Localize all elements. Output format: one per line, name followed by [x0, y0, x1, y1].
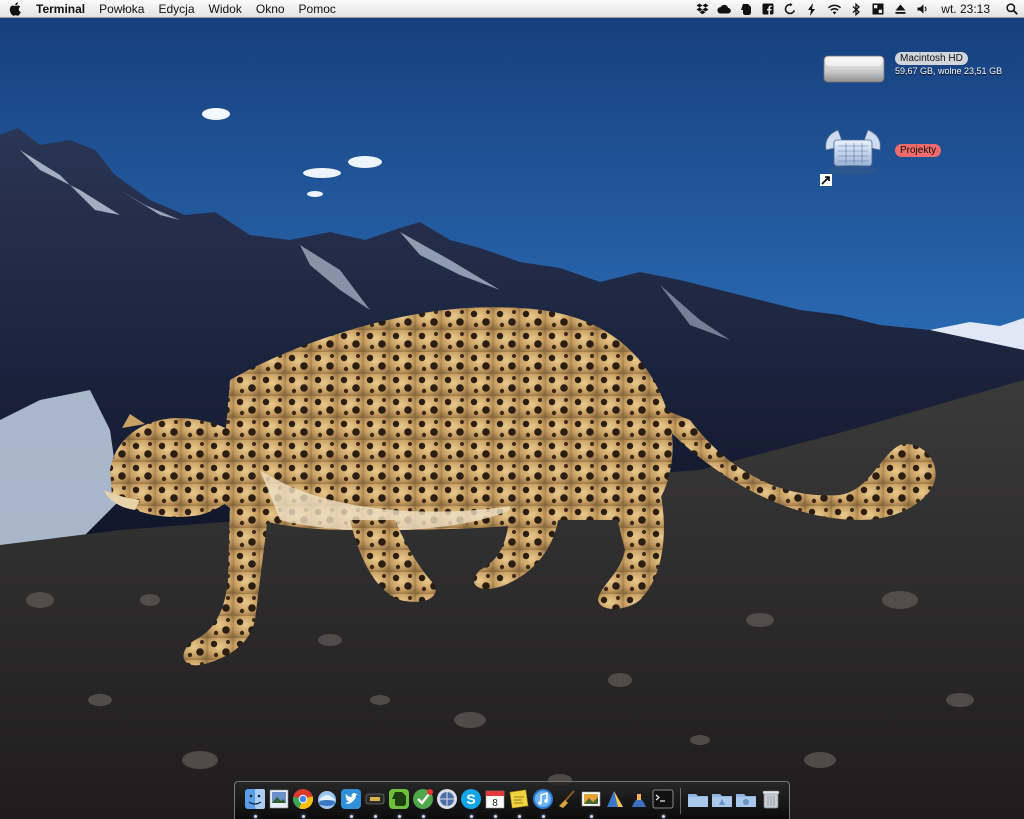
dock-transmit-icon[interactable]	[628, 788, 650, 810]
menu-widok[interactable]: Widok	[202, 0, 249, 18]
dock-omnifocus-icon[interactable]	[412, 788, 434, 810]
macintosh-hd-label[interactable]: Macintosh HD 59,67 GB, wolne 23,51 GB	[895, 52, 1002, 76]
dock-skype-icon[interactable]: S	[460, 788, 482, 810]
menu-extras: wt. 23:13	[691, 0, 1024, 18]
bolt-icon[interactable]	[801, 0, 823, 18]
dock-notes-running-dot	[374, 815, 377, 818]
dock-terminal-icon[interactable]	[652, 788, 674, 810]
menu-edycja[interactable]: Edycja	[151, 0, 201, 18]
menu-okno[interactable]: Okno	[249, 0, 292, 18]
dock-finder-running-dot	[254, 815, 257, 818]
dock-iphoto-running-dot	[590, 815, 593, 818]
dock-stickies-running-dot	[518, 815, 521, 818]
dock-skype-running-dot	[470, 815, 473, 818]
cloud-icon[interactable]	[713, 0, 735, 18]
projekty-label[interactable]: Projekty	[895, 144, 942, 157]
projekty-name: Projekty	[895, 144, 942, 157]
macintosh-hd-info: 59,67 GB, wolne 23,51 GB	[895, 66, 1003, 76]
dock: S 8	[234, 781, 790, 819]
dock-twitter-running-dot	[350, 815, 353, 818]
dock-notes-icon[interactable]	[364, 788, 386, 810]
evernote-icon[interactable]	[735, 0, 757, 18]
dock-iphoto-icon[interactable]	[580, 788, 602, 810]
dock-globe-icon[interactable]	[436, 788, 458, 810]
dock-twitter-icon[interactable]	[340, 788, 362, 810]
menu-powloka[interactable]: Powłoka	[92, 0, 151, 18]
dock-documents-folder-icon[interactable]	[711, 788, 733, 810]
dock-separator	[680, 788, 681, 814]
dock-network-icon[interactable]	[316, 788, 338, 810]
eject-icon[interactable]	[889, 0, 911, 18]
desktop-wallpaper	[0, 0, 1024, 819]
projekty-alias-icon[interactable]	[820, 126, 886, 188]
dock-stickies-icon[interactable]	[508, 788, 530, 810]
dock-ical-icon[interactable]: 8	[484, 788, 506, 810]
dock-chrome-running-dot	[302, 815, 305, 818]
dock-evernote-running-dot	[398, 815, 401, 818]
dock-pixelmator-icon[interactable]	[604, 788, 626, 810]
menu-pomoc[interactable]: Pomoc	[292, 0, 343, 18]
dock-terminal-running-dot	[662, 815, 665, 818]
dock-downloads-folder-icon[interactable]	[735, 788, 757, 810]
dock-evernote-icon[interactable]	[388, 788, 410, 810]
menu-clock[interactable]: wt. 23:13	[933, 0, 1000, 18]
dock-itunes-icon[interactable]	[532, 788, 554, 810]
wifi-icon[interactable]	[823, 0, 845, 18]
macintosh-hd-name: Macintosh HD	[895, 52, 968, 65]
sync-icon[interactable]	[779, 0, 801, 18]
dock-trash-icon[interactable]	[760, 788, 782, 810]
menu-app-terminal[interactable]: Terminal	[30, 0, 92, 18]
bluetooth-icon[interactable]	[845, 0, 867, 18]
dock-applications-folder-icon[interactable]	[687, 788, 709, 810]
dock-ical-running-dot	[494, 815, 497, 818]
spotlight-search-icon[interactable]	[1000, 0, 1024, 18]
apple-menu-icon[interactable]	[0, 1, 30, 16]
facebook-icon[interactable]	[757, 0, 779, 18]
dock-finder-icon[interactable]	[244, 788, 266, 810]
dock-chrome-icon[interactable]	[292, 788, 314, 810]
svg-text:8: 8	[492, 798, 498, 809]
dock-broom-icon[interactable]	[556, 788, 578, 810]
macintosh-hd-icon[interactable]	[822, 52, 886, 86]
spaces-icon[interactable]	[867, 0, 889, 18]
dock-omnifocus-running-dot	[422, 815, 425, 818]
dropbox-icon[interactable]	[691, 0, 713, 18]
dock-preview-icon[interactable]	[268, 788, 290, 810]
svg-text:S: S	[466, 791, 475, 807]
volume-icon[interactable]	[911, 0, 933, 18]
dock-itunes-running-dot	[542, 815, 545, 818]
menu-bar: Terminal Powłoka Edycja Widok Okno Pomoc	[0, 0, 1024, 18]
